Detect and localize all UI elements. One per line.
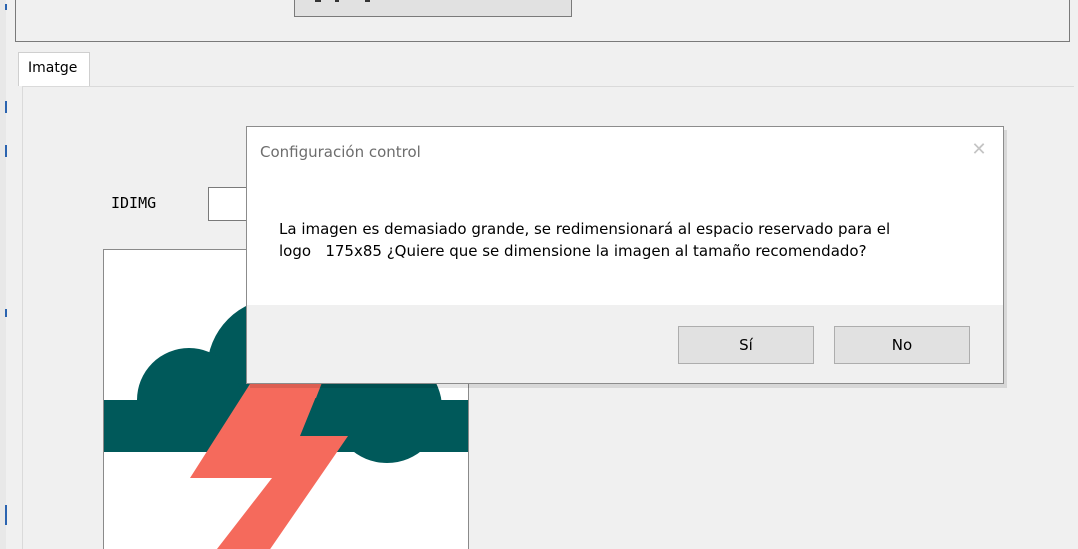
- top-button[interactable]: [294, 0, 572, 17]
- left-edge-mark: [5, 505, 7, 525]
- yes-button[interactable]: Sí: [678, 326, 814, 364]
- left-edge-mark: [5, 145, 7, 157]
- dialog-message-line: logo 175x85 ¿Quiere que se dimensione la…: [279, 242, 867, 260]
- application-window: Imatge IDIMG Configuración control ✕ La …: [0, 0, 1078, 549]
- dialog-title: Configuración control: [260, 143, 421, 161]
- clipped-text: [365, 0, 370, 2]
- left-edge-mark: [5, 4, 7, 10]
- dialog-button-bar: Sí No: [247, 305, 1003, 383]
- no-button[interactable]: No: [834, 326, 970, 364]
- dialog-message: La imagen es demasiado grande, se redime…: [279, 218, 979, 262]
- tab-strip: Imatge: [18, 52, 1073, 86]
- clipped-text: [315, 0, 321, 2]
- clipped-text: [335, 0, 339, 2]
- tab-imatge[interactable]: Imatge: [18, 52, 90, 86]
- idimg-label: IDIMG: [111, 194, 157, 212]
- left-edge-mark: [5, 309, 7, 317]
- window-left-edge: [0, 0, 6, 549]
- dialog-message-line: La imagen es demasiado grande, se redime…: [279, 220, 891, 238]
- tab-label: Imatge: [28, 60, 78, 76]
- confirm-dialog: Configuración control ✕ La imagen es dem…: [246, 126, 1004, 384]
- left-edge-mark: [5, 101, 7, 113]
- close-icon[interactable]: ✕: [969, 140, 989, 160]
- top-group-panel: [15, 0, 1070, 42]
